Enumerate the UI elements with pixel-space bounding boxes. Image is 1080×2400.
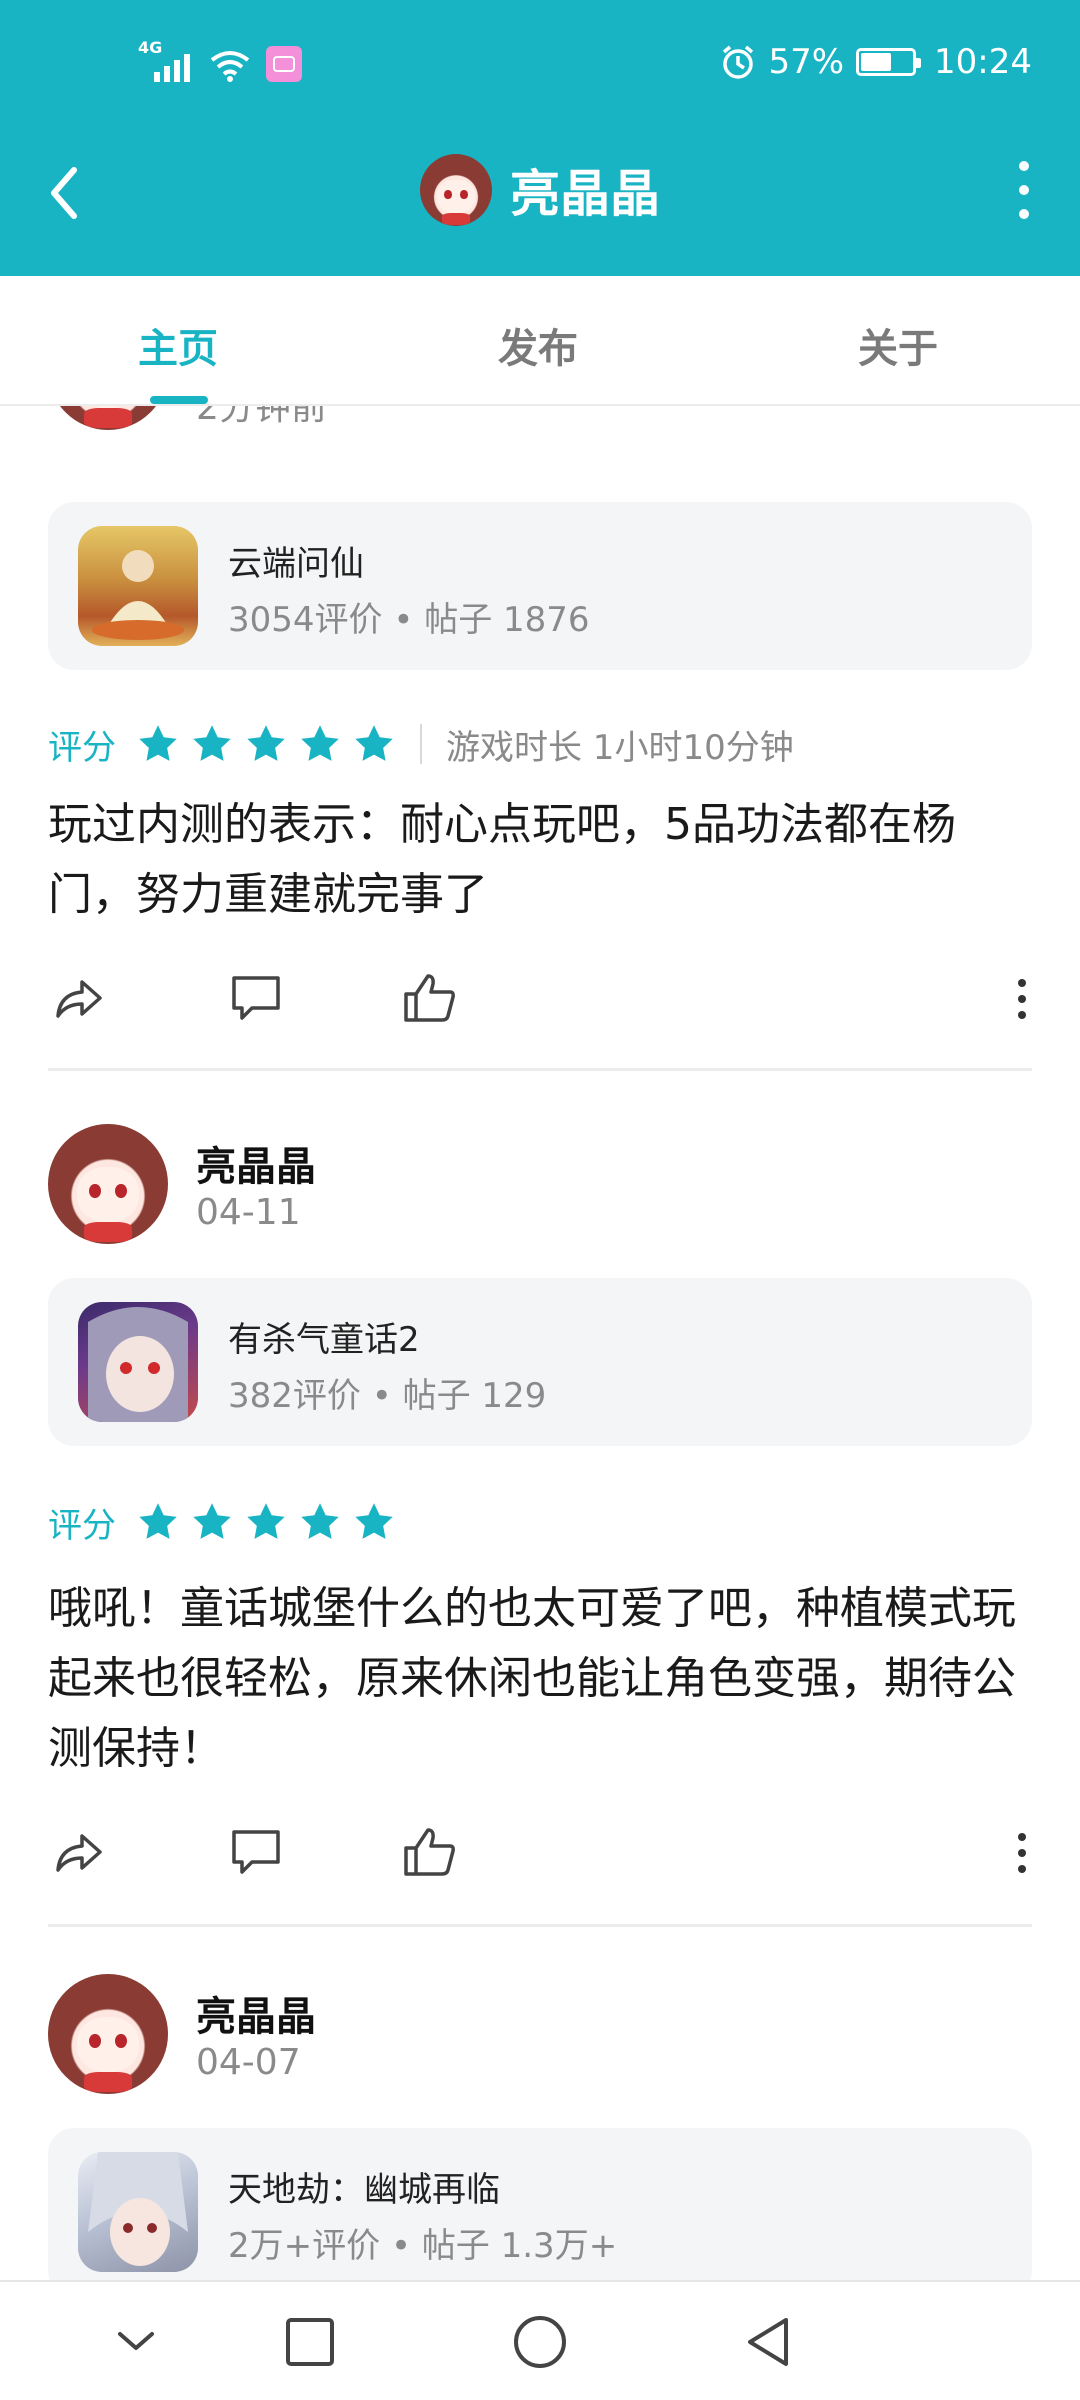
dot-separator: • [390,2226,411,2266]
star-icon [247,1503,285,1539]
page-title: 亮晶晶 [510,165,660,223]
star-icon [247,725,285,761]
share-icon[interactable] [52,970,108,1026]
avatar[interactable] [48,1974,168,2094]
dot-separator: • [393,600,414,640]
post-text[interactable]: 玩过内测的表示：耐心点玩吧，5品功法都在杨门，努力重建就完事了 [48,790,1032,930]
review-count: 2万+评价 [228,2226,381,2266]
like-icon[interactable] [402,1824,458,1880]
wifi-icon [210,51,250,82]
app-header: 4G 57% 10:24 亮晶晶 [0,0,1080,276]
review-count: 382评价 [228,1376,361,1416]
home-icon[interactable] [504,2306,576,2378]
avatar[interactable] [48,1124,168,1244]
rating-label: 评分 [48,727,116,768]
game-icon [78,2152,198,2272]
post-divider [48,1068,1032,1071]
status-left: 4G [138,38,302,82]
more-vertical-icon[interactable] [1004,160,1044,220]
star-icon [139,1503,177,1539]
comment-icon[interactable] [228,970,284,1026]
game-stats: 382评价 • 帖子 129 [228,1368,546,1417]
battery-icon [856,48,922,76]
rating-label: 评分 [48,1505,116,1546]
more-icon[interactable] [1012,974,1032,1024]
tab-publish[interactable]: 发布 [498,316,578,374]
game-card[interactable]: 云端问仙 3054评价 • 帖子 1876 [48,502,1032,670]
signal-icon: 4G [138,38,194,82]
star-icon [355,725,393,761]
post-count: 帖子 129 [402,1376,547,1416]
recents-icon[interactable] [274,2306,346,2378]
post-time: 04-11 [196,1192,301,1233]
rating-row: 评分 游戏时长 1小时10分钟 [48,716,794,772]
game-card[interactable]: 天地劫：幽城再临 2万+评价 • 帖子 1.3万+ [48,2128,1032,2280]
like-icon[interactable] [402,970,458,1026]
star-icon [301,725,339,761]
back-icon[interactable] [732,2306,804,2378]
game-icon [78,1302,198,1422]
play-time: 游戏时长 1小时10分钟 [446,727,794,768]
status-right: 57% 10:24 [720,42,1032,82]
rating-row: 评分 [48,1494,396,1550]
post-feed[interactable]: 2分钟前 云端问仙 3054评价 • 帖子 1876 评分 游戏时长 1小时10… [0,406,1080,2280]
divider [420,724,422,764]
game-stats: 2万+评价 • 帖子 1.3万+ [228,2218,617,2267]
screen: 4G 57% 10:24 亮晶晶 主页 发布 关于 2分钟前 云端问仙 3054… [0,0,1080,2400]
game-name: 天地劫：幽城再临 [228,2170,500,2210]
battery-percent: 57% [768,42,845,82]
post-author: 亮晶晶 04-07 [48,1974,1032,2104]
author-name[interactable]: 亮晶晶 [196,1134,316,1192]
post-divider [48,1924,1032,1927]
avatar[interactable] [48,406,168,430]
star-rating [136,1500,396,1544]
share-icon[interactable] [52,1824,108,1880]
post-actions [48,962,1032,1032]
avatar[interactable] [420,154,492,226]
active-tab-indicator [150,396,208,404]
profile-header: 亮晶晶 [0,150,1080,230]
game-icon [78,526,198,646]
post-author: 亮晶晶 04-11 [48,1124,1032,1254]
game-name: 有杀气童话2 [228,1320,420,1360]
post-count: 帖子 1876 [424,600,590,640]
review-count: 3054评价 [228,600,383,640]
star-rating [136,722,396,766]
author-name[interactable]: 亮晶晶 [196,1984,316,2042]
post-author: 2分钟前 [48,406,1032,440]
collapse-icon[interactable] [100,2306,172,2378]
tab-about[interactable]: 关于 [858,316,938,374]
post-count: 帖子 1.3万+ [421,2226,618,2266]
camera-app-icon [266,46,302,82]
star-icon [355,1503,393,1539]
game-name: 云端问仙 [228,544,364,584]
star-icon [139,725,177,761]
star-icon [193,1503,231,1539]
system-nav-bar [0,2280,1080,2400]
post-time: 04-07 [196,2042,301,2083]
clock: 10:24 [934,42,1032,82]
more-icon[interactable] [1012,1828,1032,1878]
game-card[interactable]: 有杀气童话2 382评价 • 帖子 129 [48,1278,1032,1446]
dot-separator: • [371,1376,392,1416]
tab-home[interactable]: 主页 [138,316,218,374]
comment-icon[interactable] [228,1824,284,1880]
star-icon [301,1503,339,1539]
tab-bar: 主页 发布 关于 [0,276,1080,406]
post-actions [48,1816,1032,1886]
star-icon [193,725,231,761]
game-stats: 3054评价 • 帖子 1876 [228,592,590,641]
alarm-icon [723,45,754,79]
post-text[interactable]: 哦吼！童话城堡什么的也太可爱了吧，种植模式玩起来也很轻松，原来休闲也能让角色变强… [48,1574,1032,1784]
post-time: 2分钟前 [196,406,327,428]
status-bar: 4G 57% 10:24 [0,38,1080,90]
